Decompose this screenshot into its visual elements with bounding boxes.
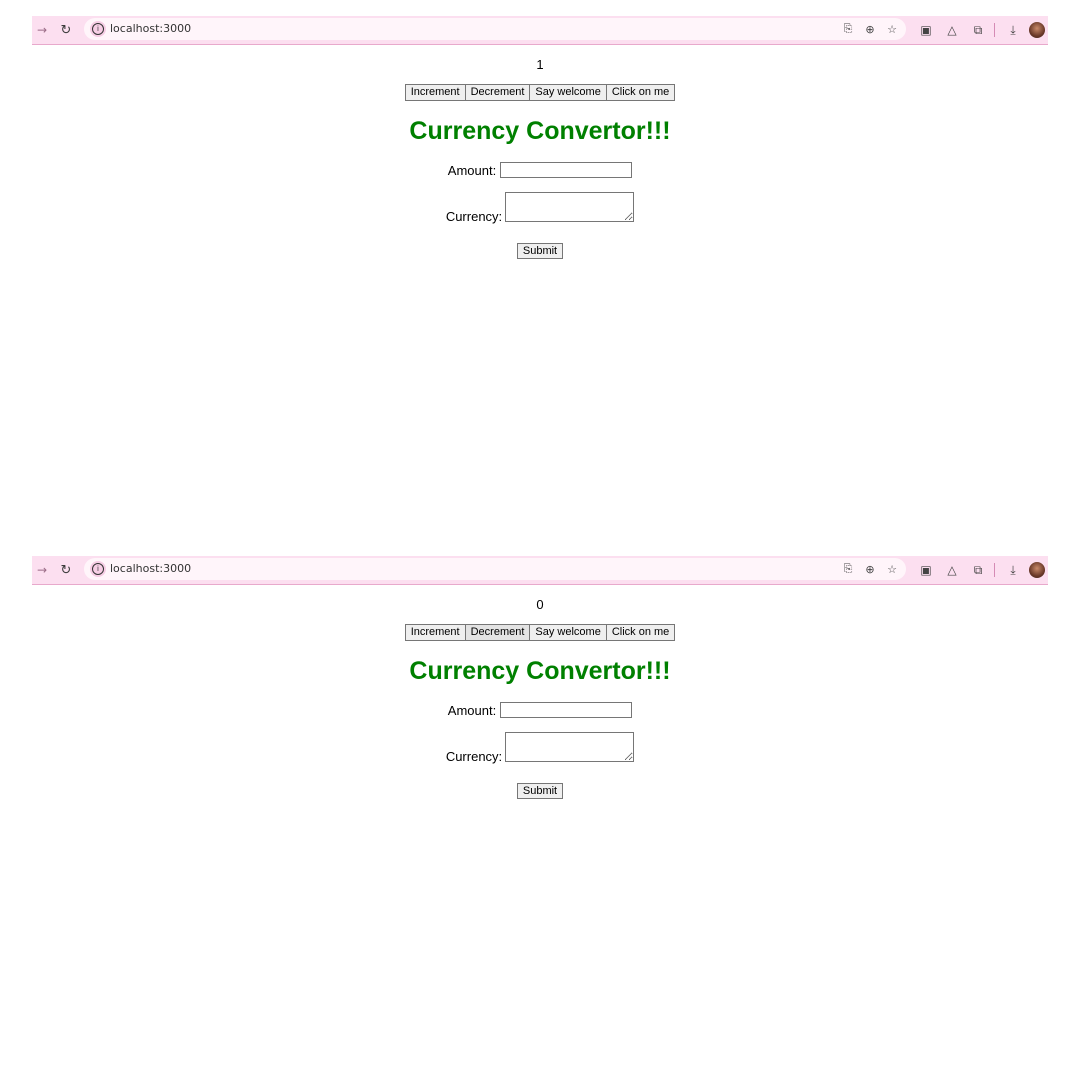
- download-icon[interactable]: ⤓: [1003, 560, 1023, 580]
- currency-textarea[interactable]: [505, 192, 635, 222]
- say-welcome-button[interactable]: Say welcome: [529, 624, 606, 641]
- browser-window-1: → ↻ i localhost:3000 ⎘ ⊕ ☆ ▣ △ ⧉ ⤓ 1 Inc…: [32, 16, 1048, 536]
- zoom-icon[interactable]: ⊕: [862, 561, 878, 577]
- submit-row: Submit: [32, 241, 1048, 259]
- submit-button[interactable]: Submit: [516, 783, 564, 799]
- button-row: Increment Decrement Say welcome Click on…: [32, 624, 1048, 641]
- page-content: 1 Increment Decrement Say welcome Click …: [32, 45, 1048, 259]
- button-row: Increment Decrement Say welcome Click on…: [32, 84, 1048, 101]
- extension-a-icon[interactable]: △: [942, 20, 962, 40]
- amount-field-row: Amount:: [32, 701, 1048, 719]
- currency-label: Currency:: [445, 749, 503, 764]
- url-text[interactable]: localhost:3000: [110, 22, 191, 35]
- page-content: 0 Increment Decrement Say welcome Click …: [32, 585, 1048, 799]
- amount-input[interactable]: [500, 702, 633, 718]
- increment-button[interactable]: Increment: [404, 84, 465, 101]
- currency-label: Currency:: [445, 209, 503, 224]
- page-title: Currency Convertor!!!: [409, 117, 671, 145]
- browser-toolbar: → ↻ i localhost:3000 ⎘ ⊕ ☆ ▣ △ ⧉ ⤓: [32, 16, 1048, 45]
- address-bar[interactable]: i localhost:3000 ⎘ ⊕ ☆: [84, 18, 906, 40]
- click-on-me-button[interactable]: Click on me: [605, 624, 676, 641]
- currency-textarea[interactable]: [505, 732, 635, 762]
- tab-groups-icon[interactable]: ▣: [916, 20, 936, 40]
- counter-value: 0: [536, 597, 544, 612]
- increment-button[interactable]: Increment: [404, 624, 465, 641]
- page-title: Currency Convertor!!!: [409, 657, 671, 685]
- toolbar-divider: [994, 23, 995, 37]
- submit-row: Submit: [32, 781, 1048, 799]
- forward-arrow-icon[interactable]: →: [32, 20, 52, 40]
- amount-field-row: Amount:: [32, 161, 1048, 179]
- currency-field-row: Currency:: [32, 732, 1048, 764]
- zoom-icon[interactable]: ⊕: [862, 21, 878, 37]
- extensions-puzzle-icon[interactable]: ⧉: [968, 560, 988, 580]
- reload-icon[interactable]: ↻: [56, 560, 76, 580]
- decrement-button[interactable]: Decrement: [464, 624, 530, 641]
- bookmark-star-icon[interactable]: ☆: [884, 561, 900, 577]
- browser-toolbar: → ↻ i localhost:3000 ⎘ ⊕ ☆ ▣ △ ⧉ ⤓: [32, 556, 1048, 585]
- url-text[interactable]: localhost:3000: [110, 562, 191, 575]
- address-bar[interactable]: i localhost:3000 ⎘ ⊕ ☆: [84, 558, 906, 580]
- click-on-me-button[interactable]: Click on me: [605, 84, 676, 101]
- tab-groups-icon[interactable]: ▣: [916, 560, 936, 580]
- bookmark-star-icon[interactable]: ☆: [884, 21, 900, 37]
- install-app-icon[interactable]: ⎘: [840, 561, 856, 577]
- decrement-button[interactable]: Decrement: [464, 84, 530, 101]
- submit-button[interactable]: Submit: [516, 243, 564, 259]
- download-icon[interactable]: ⤓: [1003, 20, 1023, 40]
- amount-label: Amount:: [447, 162, 497, 178]
- profile-avatar[interactable]: [1029, 22, 1045, 38]
- forward-arrow-icon[interactable]: →: [32, 560, 52, 580]
- amount-label: Amount:: [447, 702, 497, 718]
- currency-field-row: Currency:: [32, 192, 1048, 224]
- say-welcome-button[interactable]: Say welcome: [529, 84, 606, 101]
- site-info-icon[interactable]: i: [90, 561, 106, 577]
- counter-value: 1: [536, 57, 544, 72]
- browser-window-2: → ↻ i localhost:3000 ⎘ ⊕ ☆ ▣ △ ⧉ ⤓ 0 Inc…: [32, 556, 1048, 1076]
- reload-icon[interactable]: ↻: [56, 20, 76, 40]
- install-app-icon[interactable]: ⎘: [840, 21, 856, 37]
- profile-avatar[interactable]: [1029, 562, 1045, 578]
- extensions-puzzle-icon[interactable]: ⧉: [968, 20, 988, 40]
- amount-input[interactable]: [500, 162, 633, 178]
- site-info-icon[interactable]: i: [90, 21, 106, 37]
- extension-a-icon[interactable]: △: [942, 560, 962, 580]
- toolbar-divider: [994, 563, 995, 577]
